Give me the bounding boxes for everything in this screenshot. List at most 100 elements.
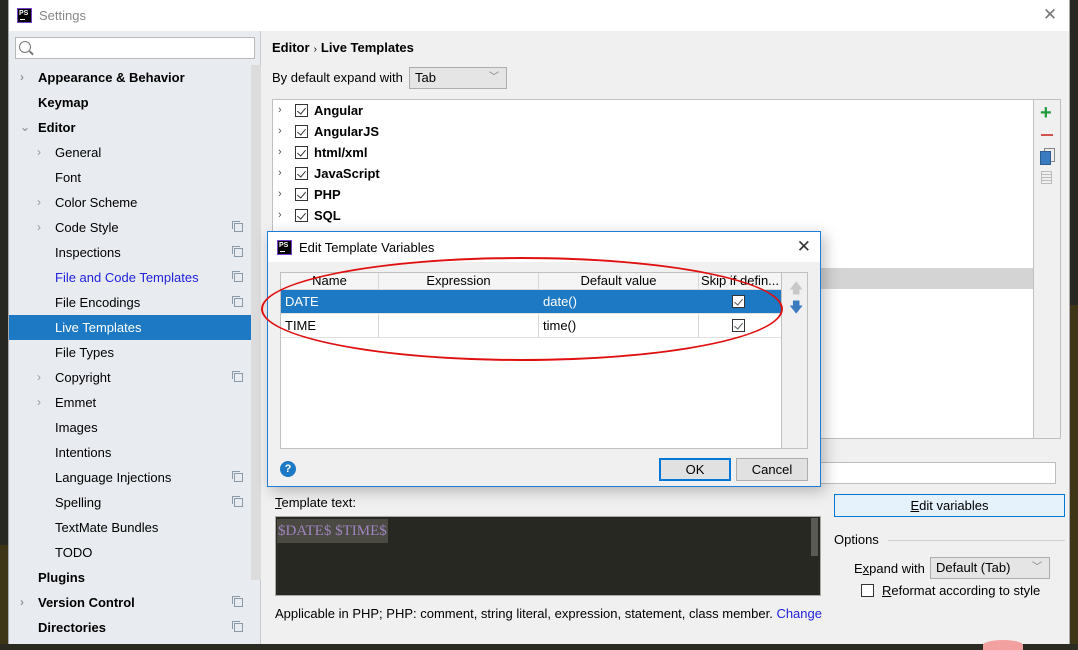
move-to-group-icon[interactable] [1041, 171, 1052, 184]
template-group-row[interactable]: › JavaScript [273, 163, 1033, 184]
cell-expression[interactable] [379, 314, 539, 337]
chevron-right-icon[interactable]: › [278, 100, 282, 121]
sidebar-item-live-templates[interactable]: Live Templates [9, 315, 261, 340]
template-group-row[interactable]: › html/xml [273, 142, 1033, 163]
template-group-name: html/xml [314, 145, 368, 160]
table-row[interactable]: DATE date() [281, 290, 781, 314]
sidebar-item-font[interactable]: Font [9, 165, 261, 190]
group-enabled-checkbox[interactable] [295, 146, 308, 159]
template-group-row[interactable]: › AngularJS [273, 121, 1033, 142]
sidebar-item-label: Live Templates [55, 320, 142, 335]
change-context-link[interactable]: Change [776, 606, 822, 621]
group-enabled-checkbox[interactable] [295, 188, 308, 201]
group-enabled-checkbox[interactable] [295, 167, 308, 180]
cell-default-value[interactable]: date() [539, 290, 699, 313]
project-scope-icon [232, 296, 243, 307]
sidebar-item-language-injections[interactable]: Language Injections [9, 465, 261, 490]
group-enabled-checkbox[interactable] [295, 125, 308, 138]
chevron-right-icon[interactable]: › [278, 163, 282, 184]
sidebar-item-appearance-behavior[interactable]: › Appearance & Behavior [9, 65, 261, 90]
chevron-right-icon[interactable]: › [37, 215, 47, 240]
chevron-right-icon[interactable]: › [37, 390, 47, 415]
search-input[interactable] [36, 40, 248, 56]
window-title: Settings [39, 8, 86, 23]
chevron-right-icon[interactable]: › [278, 142, 282, 163]
edit-variables-button[interactable]: Edit variables [834, 494, 1065, 517]
sidebar-item-emmet[interactable]: › Emmet [9, 390, 261, 415]
template-text-editor[interactable]: $DATE$ $TIME$ [275, 516, 821, 596]
sidebar-item-spelling[interactable]: Spelling [9, 490, 261, 515]
group-enabled-checkbox[interactable] [295, 104, 308, 117]
cell-name[interactable]: TIME [281, 314, 379, 337]
template-group-row[interactable]: › SQL [273, 205, 1033, 226]
sidebar-item-version-control[interactable]: › Version Control [9, 590, 261, 615]
help-icon[interactable]: ? [280, 461, 296, 477]
sidebar-item-code-style[interactable]: › Code Style [9, 215, 261, 240]
column-header-expression[interactable]: Expression [379, 273, 539, 289]
table-row[interactable]: TIME time() [281, 314, 781, 338]
skip-if-defined-checkbox[interactable] [732, 319, 745, 332]
sidebar-item-color-scheme[interactable]: › Color Scheme [9, 190, 261, 215]
cancel-button[interactable]: Cancel [736, 458, 808, 481]
sidebar-item-label: Intentions [55, 445, 112, 460]
remove-icon[interactable] [1041, 134, 1053, 136]
chevron-right-icon[interactable]: › [278, 121, 282, 142]
applicable-text: Applicable in PHP; PHP: comment, string … [275, 606, 773, 621]
sidebar-item-file-types[interactable]: File Types [9, 340, 261, 365]
sidebar-item-plugins[interactable]: Plugins [9, 565, 261, 590]
sidebar-scrollbar[interactable] [251, 65, 261, 580]
chevron-right-icon[interactable]: › [278, 205, 282, 226]
sidebar-item-file-encodings[interactable]: File Encodings [9, 290, 261, 315]
close-icon[interactable]: ✕ [1041, 6, 1059, 24]
sidebar-item-directories[interactable]: Directories [9, 615, 261, 640]
cell-name[interactable]: DATE [281, 290, 379, 313]
sidebar-item-label: Editor [38, 120, 76, 135]
description-field[interactable] [819, 462, 1056, 484]
sidebar-item-images[interactable]: Images [9, 415, 261, 440]
sidebar-item-label: File and Code Templates [55, 270, 199, 285]
group-enabled-checkbox[interactable] [295, 209, 308, 222]
chevron-down-icon[interactable]: ⌄ [20, 115, 30, 140]
sidebar-item-editor[interactable]: ⌄ Editor [9, 115, 261, 140]
reformat-checkbox[interactable] [861, 584, 874, 597]
move-down-icon[interactable]: 🡇 [789, 297, 803, 321]
copy-icon[interactable] [1040, 148, 1055, 165]
sidebar-item-label: Color Scheme [55, 195, 138, 210]
sidebar-item-copyright[interactable]: › Copyright [9, 365, 261, 390]
settings-search[interactable] [15, 37, 255, 59]
default-expand-value: Tab [415, 70, 436, 85]
template-group-name: JavaScript [314, 166, 380, 181]
sidebar-item-inspections[interactable]: Inspections [9, 240, 261, 265]
sidebar-item-intentions[interactable]: Intentions [9, 440, 261, 465]
sidebar-item-general[interactable]: › General [9, 140, 261, 165]
cell-expression[interactable] [379, 290, 539, 313]
sidebar-item-todo[interactable]: TODO [9, 540, 261, 565]
template-group-row[interactable]: › Angular [273, 100, 1033, 121]
template-group-row[interactable]: › PHP [273, 184, 1033, 205]
close-icon[interactable]: ✕ [797, 237, 811, 257]
skip-if-defined-checkbox[interactable] [732, 295, 745, 308]
chevron-right-icon[interactable]: › [278, 184, 282, 205]
default-expand-select[interactable]: Tab ﹀ [409, 67, 507, 89]
phpstorm-logo-icon: PS [17, 8, 32, 23]
sidebar-item-keymap[interactable]: Keymap [9, 90, 261, 115]
editor-scrollbar[interactable] [811, 518, 818, 556]
add-icon[interactable]: + [1040, 103, 1052, 123]
button-label: dit variables [919, 498, 989, 513]
sidebar-item-textmate-bundles[interactable]: TextMate Bundles [9, 515, 261, 540]
sidebar-item-label: Directories [38, 620, 106, 635]
chevron-right-icon[interactable]: › [37, 140, 47, 165]
chevron-right-icon[interactable]: › [20, 590, 30, 615]
expand-with-select[interactable]: Default (Tab) ﹀ [930, 557, 1050, 579]
column-header-skip-if-defined[interactable]: Skip if defin... [699, 273, 781, 289]
ok-button[interactable]: OK [659, 458, 731, 481]
sidebar-item-file-and-code-templates[interactable]: File and Code Templates [9, 265, 261, 290]
sidebar-item-label: Plugins [38, 570, 85, 585]
column-header-default-value[interactable]: Default value [539, 273, 699, 289]
breadcrumb-parent: Editor [272, 40, 310, 55]
chevron-right-icon[interactable]: › [37, 365, 47, 390]
cell-default-value[interactable]: time() [539, 314, 699, 337]
chevron-right-icon[interactable]: › [37, 190, 47, 215]
column-header-name[interactable]: Name [281, 273, 379, 289]
chevron-right-icon[interactable]: › [20, 65, 30, 90]
